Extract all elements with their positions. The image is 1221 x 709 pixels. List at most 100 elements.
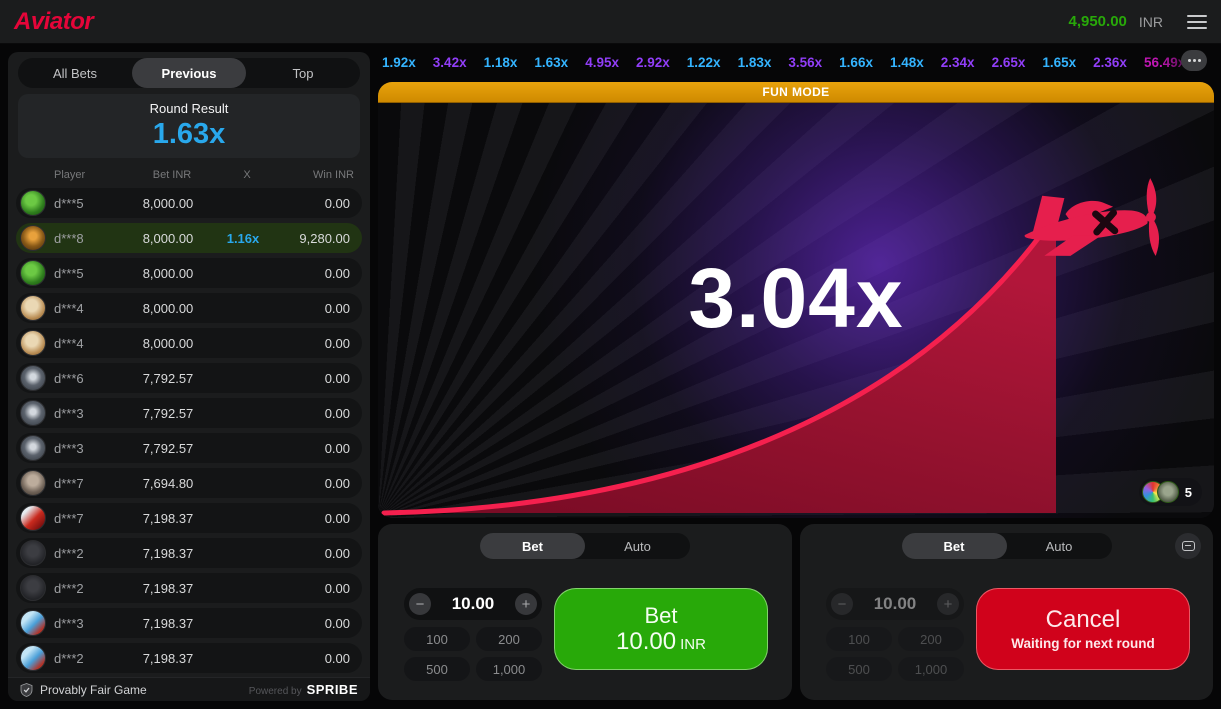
amount-value-right[interactable]: 10.00 xyxy=(874,594,917,614)
history-item[interactable]: 1.18x xyxy=(484,55,518,70)
quick-500-left[interactable]: 500 xyxy=(404,657,470,681)
player-avatar xyxy=(20,540,46,566)
tab-bet-right[interactable]: Bet xyxy=(902,533,1007,559)
amount-controls-left: − 10.00 + 100 200 500 1,000 xyxy=(404,588,542,681)
provably-fair-label: Provably Fair Game xyxy=(40,683,147,697)
history-item[interactable]: 2.34x xyxy=(941,55,975,70)
multiplier-cell: 1.16x xyxy=(214,231,272,246)
player-name: d***7 xyxy=(54,476,122,491)
hamburger-menu-icon[interactable] xyxy=(1187,15,1207,29)
player-avatar xyxy=(20,470,46,496)
player-name: d***2 xyxy=(54,651,122,666)
player-avatar xyxy=(20,260,46,286)
top-bar: Aviator 4,950.00 INR xyxy=(0,0,1221,44)
tab-all-bets[interactable]: All Bets xyxy=(18,58,132,88)
history-item[interactable]: 3.42x xyxy=(433,55,467,70)
quick-200-left[interactable]: 200 xyxy=(476,627,542,651)
balance-value: 4,950.00 xyxy=(1068,13,1126,30)
players-badge[interactable]: 5 xyxy=(1139,478,1202,506)
win-amount: 0.00 xyxy=(272,406,356,421)
bets-sidebar: All Bets Previous Top Round Result 1.63x… xyxy=(8,52,370,701)
minus-button-left[interactable]: − xyxy=(409,593,431,615)
win-amount: 9,280.00 xyxy=(272,231,356,246)
plus-button-left[interactable]: + xyxy=(515,593,537,615)
amount-value-left[interactable]: 10.00 xyxy=(452,594,495,614)
balance-currency: INR xyxy=(1139,14,1163,30)
bet-amount: 8,000.00 xyxy=(122,266,214,281)
amount-controls-right: − 10.00 + 100 200 500 1,000 xyxy=(826,588,964,681)
history-item[interactable]: 1.48x xyxy=(890,55,924,70)
plus-button-right[interactable]: + xyxy=(937,593,959,615)
table-row: d***2 7,198.37 0.00 xyxy=(16,573,362,603)
bets-tabs: All Bets Previous Top xyxy=(18,58,360,88)
bet-amount: 7,198.37 xyxy=(122,651,214,666)
quick-500-right[interactable]: 500 xyxy=(826,657,892,681)
player-avatar xyxy=(20,645,46,671)
tab-auto-right[interactable]: Auto xyxy=(1007,533,1112,559)
player-name: d***4 xyxy=(54,336,122,351)
bet-amount: 8,000.00 xyxy=(122,196,214,211)
history-item[interactable]: 2.36x xyxy=(1093,55,1127,70)
win-amount: 0.00 xyxy=(272,476,356,491)
bet-panel-left: Bet Auto − 10.00 + 100 200 500 1,000 Bet… xyxy=(378,524,792,700)
bet-amount: 7,198.37 xyxy=(122,546,214,561)
powered-by[interactable]: Powered by SPRIBE xyxy=(249,682,358,697)
bet-amount: 7,198.37 xyxy=(122,581,214,596)
tab-top[interactable]: Top xyxy=(246,58,360,88)
bets-list[interactable]: d***5 8,000.00 0.00 d***8 8,000.00 1.16x… xyxy=(16,188,362,701)
shield-check-icon xyxy=(20,683,33,697)
player-avatar xyxy=(20,365,46,391)
quick-100-right[interactable]: 100 xyxy=(826,627,892,651)
bet-button[interactable]: Bet 10.00INR xyxy=(554,588,768,670)
minus-button-right[interactable]: − xyxy=(831,593,853,615)
game-canvas: 3.04x FUN MODE 5 xyxy=(378,82,1214,518)
tab-bet-left[interactable]: Bet xyxy=(480,533,585,559)
win-amount: 0.00 xyxy=(272,581,356,596)
history-item[interactable]: 1.92x xyxy=(382,55,416,70)
history-more-button[interactable] xyxy=(1181,50,1207,71)
bet-button-title: Bet xyxy=(644,603,677,628)
aviator-logo: Aviator xyxy=(14,8,93,36)
history-item[interactable]: 1.63x xyxy=(534,55,568,70)
cancel-button-subtitle: Waiting for next round xyxy=(1011,635,1154,653)
bet-amount: 8,000.00 xyxy=(122,336,214,351)
history-item[interactable]: 1.65x xyxy=(1042,55,1076,70)
tab-auto-left[interactable]: Auto xyxy=(585,533,690,559)
quick-1000-right[interactable]: 1,000 xyxy=(898,657,964,681)
quick-100-left[interactable]: 100 xyxy=(404,627,470,651)
history-item[interactable]: 2.65x xyxy=(992,55,1026,70)
win-amount: 0.00 xyxy=(272,301,356,316)
player-name: d***3 xyxy=(54,616,122,631)
player-name: d***6 xyxy=(54,371,122,386)
bet-amount: 7,198.37 xyxy=(122,511,214,526)
player-avatar xyxy=(20,330,46,356)
tab-previous[interactable]: Previous xyxy=(132,58,246,88)
player-name: d***7 xyxy=(54,511,122,526)
quick-1000-left[interactable]: 1,000 xyxy=(476,657,542,681)
table-row: d***2 7,198.37 0.00 xyxy=(16,538,362,568)
quick-200-right[interactable]: 200 xyxy=(898,627,964,651)
history-item[interactable]: 4.95x xyxy=(585,55,619,70)
player-avatar xyxy=(20,190,46,216)
bet-amount: 7,694.80 xyxy=(122,476,214,491)
cancel-button[interactable]: Cancel Waiting for next round xyxy=(976,588,1190,670)
provably-fair[interactable]: Provably Fair Game xyxy=(20,683,147,697)
bet-amount: 8,000.00 xyxy=(122,231,214,246)
badge-avatars xyxy=(1142,481,1179,503)
bet-auto-toggle-left: Bet Auto xyxy=(480,533,690,559)
fun-mode-banner: FUN MODE xyxy=(378,82,1214,103)
col-player: Player xyxy=(54,169,126,181)
history-item[interactable]: 1.83x xyxy=(738,55,772,70)
history-item[interactable]: 1.66x xyxy=(839,55,873,70)
bet-amount-value: 10.00 xyxy=(616,628,676,655)
collapse-panel-icon xyxy=(1182,541,1195,551)
player-name: d***3 xyxy=(54,441,122,456)
table-row: d***6 7,792.57 0.00 xyxy=(16,363,362,393)
table-row: d***5 8,000.00 0.00 xyxy=(16,188,362,218)
history-item[interactable]: 2.92x xyxy=(636,55,670,70)
col-bet: Bet INR xyxy=(126,169,218,181)
win-amount: 0.00 xyxy=(272,371,356,386)
remove-panel-button[interactable] xyxy=(1175,533,1201,559)
history-item[interactable]: 1.22x xyxy=(687,55,721,70)
history-item[interactable]: 3.56x xyxy=(788,55,822,70)
